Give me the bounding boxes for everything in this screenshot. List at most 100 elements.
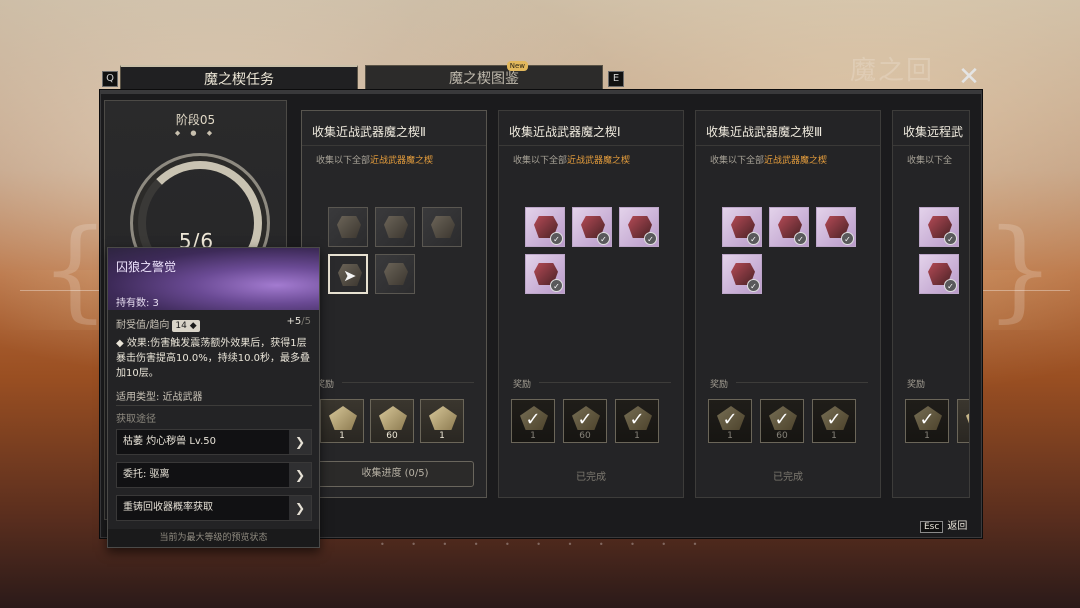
upgrade-level: +5/5	[286, 316, 311, 327]
check-icon: ✓	[813, 400, 855, 442]
right-line-decoration	[980, 290, 1070, 291]
stage-dots: ◆ ● ◆	[174, 129, 217, 137]
card-title: 收集近战武器魔之楔Ⅲ	[706, 125, 823, 139]
task-card-2[interactable]: 收集近战武器魔之楔Ⅰ 收集以下全部近战武器魔之楔 ✓ ✓ ✓ ✓ 奖励 1 ✓ 6…	[498, 110, 684, 498]
chevron-right-icon: ❯	[289, 430, 311, 454]
left-line-decoration	[20, 290, 110, 291]
check-icon: ✓	[644, 232, 657, 245]
reward-item[interactable]: 1 ✓	[511, 399, 555, 443]
check-icon: ✓	[944, 279, 957, 292]
check-icon: ✓	[512, 400, 554, 442]
emblem-icon	[379, 406, 407, 430]
wedge-slot[interactable]	[375, 254, 415, 294]
reward-divider	[736, 382, 868, 383]
collection-progress-button[interactable]: 收集进度 (0/5)	[316, 461, 474, 487]
wedge-slot[interactable]: ✓	[722, 207, 762, 247]
wedge-icon	[431, 216, 455, 238]
wedge-icon	[337, 216, 361, 238]
check-icon: ✓	[616, 400, 658, 442]
reward-label: 奖励	[513, 380, 532, 390]
card-title: 收集近战武器魔之楔Ⅰ	[509, 125, 621, 139]
chevron-right-icon: ❯	[289, 463, 311, 487]
wedge-slot[interactable]: ✓	[572, 207, 612, 247]
tab-prev-key[interactable]: Q	[102, 71, 118, 87]
wedge-slot[interactable]: ✓	[722, 254, 762, 294]
wedge-slot[interactable]	[422, 207, 462, 247]
tab-wedge-tasks-label: 魔之楔任务	[204, 72, 274, 88]
reward-label: 奖励	[907, 380, 926, 390]
preview-state-note: 当前为最大等级的预览状态	[108, 529, 319, 547]
wedge-slot[interactable]: ✓	[525, 254, 565, 294]
check-icon: ✓	[747, 279, 760, 292]
tolerance-badge: 14 ◆	[172, 320, 200, 332]
reward-label: 奖励	[710, 380, 729, 390]
reward-item[interactable]: 60 ✓	[563, 399, 607, 443]
wedge-slot[interactable]: ✓	[816, 207, 856, 247]
tab-wedge-tasks[interactable]: 魔之楔任务	[120, 65, 358, 92]
emblem-icon	[966, 406, 969, 430]
wedge-slot[interactable]: ✓	[919, 207, 959, 247]
reward-item[interactable]: 60	[370, 399, 414, 443]
task-card-3[interactable]: 收集近战武器魔之楔Ⅲ 收集以下全部近战武器魔之楔 ✓ ✓ ✓ ✓ 奖励 1 ✓ 6…	[695, 110, 881, 498]
chevron-right-icon: ❯	[289, 496, 311, 520]
new-badge: New	[506, 61, 528, 71]
wedge-slot[interactable]: ✓	[619, 207, 659, 247]
check-icon: ✓	[550, 279, 563, 292]
check-icon: ✓	[906, 400, 948, 442]
reward-divider	[539, 382, 671, 383]
owned-count: 持有数: 3	[116, 298, 159, 309]
card-title: 收集近战武器魔之楔Ⅱ	[312, 125, 426, 139]
stage-title: 阶段05	[175, 113, 216, 127]
tolerance-label: 耐受值/趋向	[116, 320, 170, 331]
completed-status: 已完成	[773, 472, 803, 483]
wedge-tooltip: 囚狼之警觉 持有数: 3 耐受值/趋向 14 ◆ +5/5 ◆ 效果:伤害触发震荡…	[107, 247, 320, 548]
cursor-icon: ➤	[343, 266, 357, 285]
check-icon: ✓	[794, 232, 807, 245]
wedge-slot-selected[interactable]: ➤	[328, 254, 368, 294]
check-icon: ✓	[747, 232, 760, 245]
tolerance-row: 耐受值/趋向 14 ◆	[116, 316, 200, 332]
wedge-slot[interactable]: ✓	[919, 254, 959, 294]
reward-item[interactable]: 1 ✓	[812, 399, 856, 443]
check-icon: ✓	[841, 232, 854, 245]
bottom-decoration: • • • • • • • • • • •	[380, 540, 710, 549]
reward-item[interactable]	[957, 399, 969, 443]
reward-item[interactable]: 1	[420, 399, 464, 443]
task-card-4-partial[interactable]: 收集远程武 收集以下全 ✓ ✓ 奖励 1 ✓	[892, 110, 970, 498]
source-button-1[interactable]: 枯萎 灼心秽兽 Lv.50 ❯	[116, 429, 312, 455]
effect-text: ◆ 效果:伤害触发震荡额外效果后，获得1层暴击伤害提高10.0%，持续10.0秒…	[116, 338, 311, 379]
card-divider	[696, 145, 880, 146]
card-subtitle: 收集以下全	[907, 156, 953, 166]
check-icon: ✓	[944, 232, 957, 245]
check-icon: ✓	[709, 400, 751, 442]
card-divider	[302, 145, 486, 146]
reward-divider	[342, 382, 474, 383]
tooltip-header: 囚狼之警觉 持有数: 3	[108, 248, 319, 310]
completed-status: 已完成	[576, 472, 606, 483]
task-card-1[interactable]: 收集近战武器魔之楔Ⅱ 收集以下全部近战武器魔之楔 ➤ 奖励 1 60 1 收集进…	[301, 110, 487, 498]
reward-item[interactable]: 1 ✓	[615, 399, 659, 443]
reward-item[interactable]: 1 ✓	[708, 399, 752, 443]
wedge-slot[interactable]: ✓	[769, 207, 809, 247]
corner-title-watermark: 魔之回	[850, 56, 935, 86]
close-icon[interactable]: ✕	[956, 64, 982, 90]
back-button[interactable]: Esc 返回	[920, 517, 967, 533]
reward-item[interactable]: 60 ✓	[760, 399, 804, 443]
source-button-2[interactable]: 委托: 驱离 ❯	[116, 462, 312, 488]
right-brace-decoration: }	[985, 205, 1055, 333]
tab-next-key[interactable]: E	[608, 71, 624, 87]
reward-item[interactable]: 1	[320, 399, 364, 443]
wedge-slot[interactable]	[328, 207, 368, 247]
source-button-3[interactable]: 重铸回收器概率获取 ❯	[116, 495, 312, 521]
tab-wedge-catalog[interactable]: 魔之楔图鉴 New	[365, 61, 603, 92]
wedge-slot[interactable]: ✓	[525, 207, 565, 247]
check-icon: ✓	[761, 400, 803, 442]
reward-item[interactable]: 1 ✓	[905, 399, 949, 443]
weapon-icon	[329, 406, 357, 430]
wedge-icon	[384, 216, 408, 238]
card-divider	[893, 145, 969, 146]
source-title: 获取途径	[116, 414, 156, 425]
esc-key: Esc	[920, 521, 944, 533]
check-icon: ✓	[550, 232, 563, 245]
wedge-slot[interactable]	[375, 207, 415, 247]
